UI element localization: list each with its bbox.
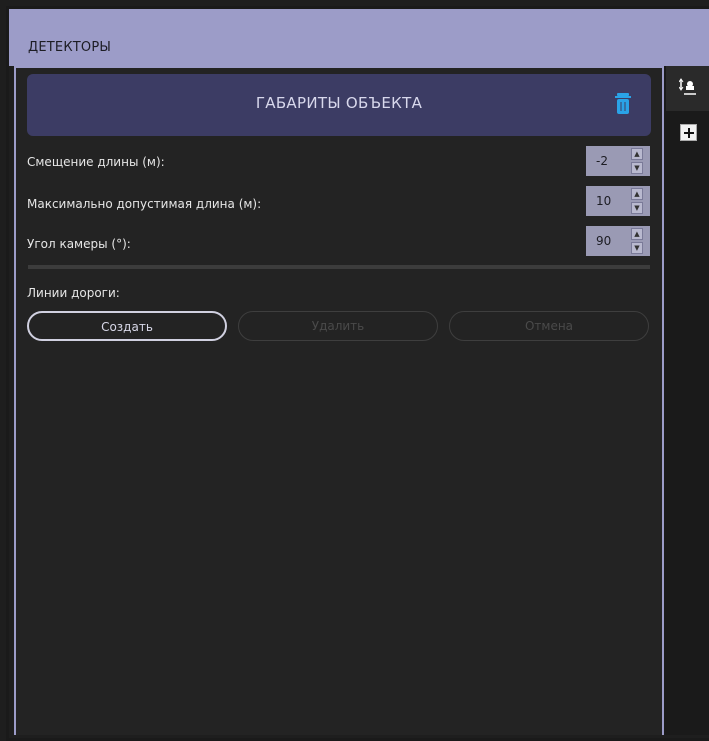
window-title: ДЕТЕКТОРЫ <box>28 40 112 55</box>
max-length-label: Максимально допустимая длина (м): <box>27 197 262 211</box>
tab-object-size[interactable] <box>666 66 709 111</box>
camera-angle-input[interactable]: 90 <box>586 226 626 256</box>
trash-icon[interactable] <box>614 93 632 114</box>
camera-angle-label: Угол камеры (°): <box>27 237 131 251</box>
step-up-icon[interactable]: ▲ <box>631 148 643 160</box>
delete-button[interactable]: Удалить <box>238 311 438 341</box>
step-down-icon[interactable]: ▼ <box>631 202 643 214</box>
max-length-input[interactable]: 10 <box>586 186 626 216</box>
object-size-icon <box>679 78 696 95</box>
length-offset-input[interactable]: -2 <box>586 146 626 176</box>
step-up-icon[interactable]: ▲ <box>631 228 643 240</box>
road-lines-label: Линии дороги: <box>27 286 120 300</box>
max-length-stepper[interactable]: ▲ ▼ <box>626 186 650 216</box>
create-button[interactable]: Создать <box>27 311 227 341</box>
section-title: ГАБАРИТЫ ОБЪЕКТА <box>255 94 423 112</box>
length-offset-stepper[interactable]: ▲ ▼ <box>626 146 650 176</box>
step-down-icon[interactable]: ▼ <box>631 242 643 254</box>
right-toolbar <box>664 66 709 735</box>
camera-angle-stepper[interactable]: ▲ ▼ <box>626 226 650 256</box>
step-down-icon[interactable]: ▼ <box>631 162 643 174</box>
cancel-button[interactable]: Отмена <box>449 311 649 341</box>
window-header: ДЕТЕКТОРЫ <box>9 9 709 66</box>
section-divider <box>28 265 650 269</box>
step-up-icon[interactable]: ▲ <box>631 188 643 200</box>
add-detector-button[interactable] <box>680 124 697 141</box>
length-offset-label: Смещение длины (м): <box>27 155 165 169</box>
section-header: ГАБАРИТЫ ОБЪЕКТА <box>27 74 651 136</box>
